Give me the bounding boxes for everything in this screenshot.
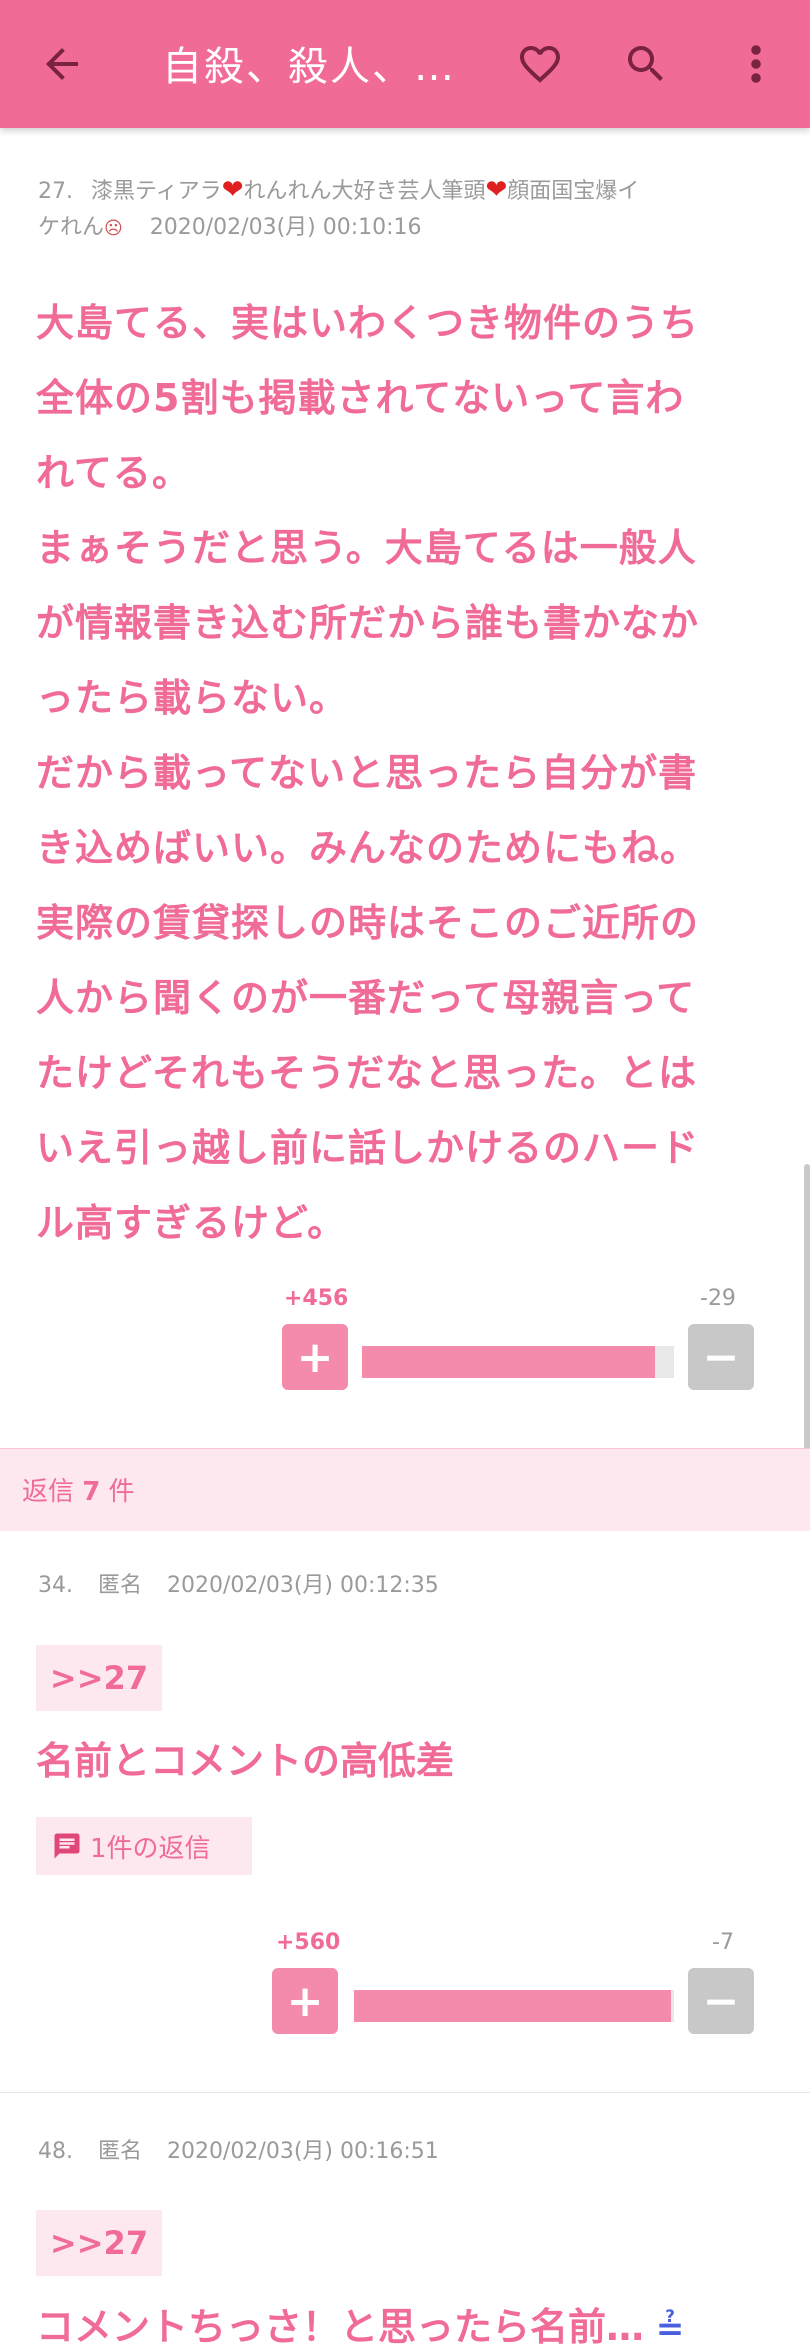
reply-text: コメントちっさ！と思ったら名前… bbox=[36, 2305, 645, 2349]
minus-vote-button[interactable]: − bbox=[688, 1324, 754, 1390]
anchor-link[interactable]: >>27 bbox=[36, 2210, 162, 2276]
replies-count: 7 bbox=[82, 1477, 101, 1507]
reply-body: 名前とコメントの高低差 bbox=[36, 1739, 455, 1783]
reply-count-chip[interactable]: 1件の返信 bbox=[36, 1817, 252, 1875]
commenter-name-part: れんれん大好き芸人筆頭 bbox=[243, 179, 486, 204]
reply-meta: 34. 匿名 2020/02/03(月) 00:12:35 bbox=[38, 1568, 439, 1604]
replies-count-label: 返信 7 件 bbox=[22, 1471, 135, 1508]
commenter-name: 匿名 bbox=[98, 1573, 143, 1598]
comment-number: 27. bbox=[38, 179, 73, 204]
comment-line: が情報書き込む所だから誰も書かなか bbox=[36, 601, 700, 645]
vote-row: +456 -29 + − bbox=[0, 1286, 810, 1390]
plus-vote-button[interactable]: + bbox=[272, 1968, 338, 2034]
vote-ratio-fill bbox=[354, 1990, 671, 2022]
comment-line: まぁそうだと思う。大島てるは一般人 bbox=[36, 526, 697, 570]
frown-emoji-icon: ☹ bbox=[104, 218, 123, 239]
comment-line: き込めばいい。みんなのためにもね。 bbox=[36, 826, 700, 870]
comment-number: 48. bbox=[38, 2139, 73, 2164]
comment-meta: 27. 漆黒ティアラ❤れんれん大好き芸人筆頭❤顔面国宝爆イ ケれん☹ 2020/0… bbox=[38, 172, 778, 247]
comment-line: ったら載らない。 bbox=[36, 676, 349, 720]
reply-body: コメントちっさ！と思ったら名前… ≟ bbox=[36, 2296, 684, 2351]
plus-vote-button[interactable]: + bbox=[282, 1324, 348, 1390]
replies-prefix: 返信 bbox=[22, 1477, 75, 1507]
comment-date: 2020/02/03(月) 00:12:35 bbox=[167, 1573, 439, 1598]
comment-line: たけどそれもそうだなと思った。とは bbox=[36, 1051, 698, 1095]
comment-line: いえ引っ越し前に話しかけるのハード bbox=[36, 1126, 700, 1170]
commenter-name: 匿名 bbox=[98, 2139, 143, 2164]
comment-icon bbox=[54, 1833, 80, 1859]
heart-emoji-icon: ❤ bbox=[485, 175, 508, 205]
back-arrow-icon[interactable] bbox=[38, 40, 86, 88]
replies-header[interactable]: 返信 7 件 bbox=[0, 1448, 810, 1531]
minus-count: -29 bbox=[700, 1286, 736, 1311]
vote-ratio-bar bbox=[362, 1346, 674, 1378]
app-bar: 自殺、殺人、… bbox=[0, 0, 810, 128]
comment-line: だから載ってないと思ったら自分が書 bbox=[36, 751, 698, 795]
comment-date: 2020/02/03(月) 00:16:51 bbox=[167, 2139, 439, 2164]
comment-line: ル高すぎるけど。 bbox=[36, 1201, 347, 1245]
commenter-name-part: 顔面国宝爆イ bbox=[507, 179, 640, 204]
anchor-link[interactable]: >>27 bbox=[36, 1645, 162, 1711]
comment-number: 34. bbox=[38, 1573, 73, 1598]
plus-count: +456 bbox=[284, 1286, 349, 1311]
minus-vote-button[interactable]: − bbox=[688, 1968, 754, 2034]
heart-emoji-icon: ❤ bbox=[221, 175, 244, 205]
comment-line: 人から聞くのが一番だって母親言って bbox=[36, 976, 696, 1020]
commenter-name-part: ケれん bbox=[38, 215, 105, 240]
comment-date: 2020/02/03(月) 00:10:16 bbox=[149, 215, 422, 240]
comment-line: 全体の5割も掲載されてないって言わ bbox=[36, 376, 685, 420]
reply-count-label: 1件の返信 bbox=[90, 1833, 211, 1864]
vote-ratio-bar bbox=[354, 1990, 674, 2022]
comment-body: 大島てる、実はいわくつき物件のうち 全体の5割も掲載されてないって言わ れてる。… bbox=[36, 286, 776, 1261]
vote-row: +560 -7 + − bbox=[0, 1930, 810, 2034]
plus-count: +560 bbox=[276, 1930, 341, 1955]
comment-line: れてる。 bbox=[36, 451, 191, 495]
vote-ratio-fill bbox=[362, 1346, 656, 1378]
page-title: 自殺、殺人、… bbox=[162, 44, 456, 90]
replies-suffix: 件 bbox=[108, 1477, 135, 1507]
commenter-name-part: 漆黒ティアラ bbox=[91, 179, 222, 204]
comment-line: 大島てる、実はいわくつき物件のうち bbox=[36, 301, 700, 345]
divider bbox=[0, 2092, 810, 2093]
heart-icon[interactable] bbox=[516, 40, 564, 88]
more-vertical-icon[interactable] bbox=[738, 40, 774, 88]
minus-count: -7 bbox=[712, 1930, 734, 1955]
sweat-face-emoji-icon: ≟ bbox=[644, 2309, 685, 2349]
reply-meta: 48. 匿名 2020/02/03(月) 00:16:51 bbox=[38, 2134, 439, 2170]
search-icon[interactable] bbox=[622, 40, 670, 88]
comment-line: 実際の賃貸探しの時はそこのご近所の bbox=[36, 901, 700, 945]
